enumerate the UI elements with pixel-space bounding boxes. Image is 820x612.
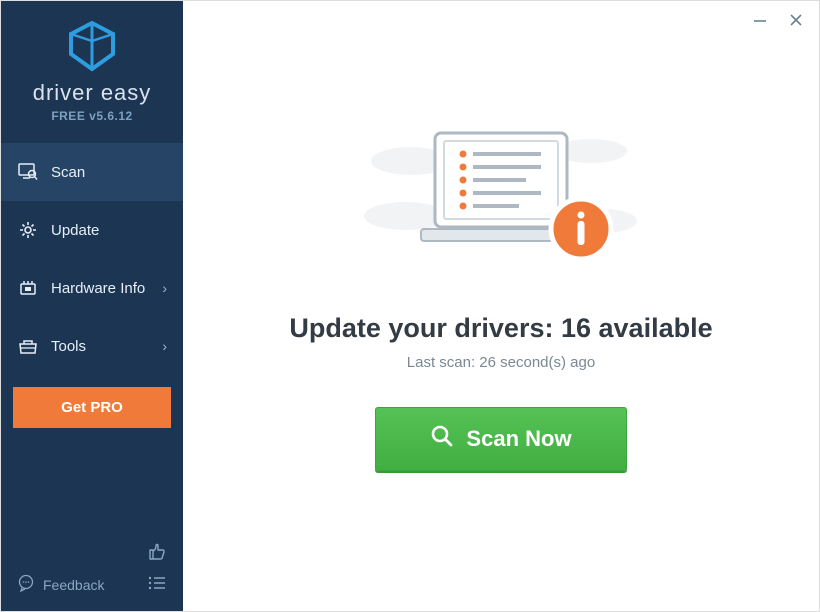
available-count: 16: [561, 313, 591, 343]
feedback-link[interactable]: Feedback: [43, 577, 104, 593]
chat-icon: [17, 574, 35, 595]
scan-now-button[interactable]: Scan Now: [375, 407, 626, 471]
get-pro-button[interactable]: Get PRO: [13, 387, 171, 428]
headline-prefix: Update your drivers:: [289, 313, 561, 343]
sidebar-item-scan[interactable]: Scan: [1, 143, 183, 201]
hardware-icon: [17, 278, 39, 298]
gear-icon: [17, 220, 39, 240]
chevron-right-icon: ›: [162, 338, 167, 354]
minimize-button[interactable]: [749, 9, 771, 35]
brand-block: driver easy FREE v5.6.12: [1, 1, 183, 133]
version-label: FREE v5.6.12: [1, 109, 183, 123]
sidebar-item-update[interactable]: Update: [1, 201, 183, 259]
list-menu-icon[interactable]: [147, 575, 167, 594]
sidebar-item-label: Scan: [51, 164, 85, 181]
sidebar-item-label: Update: [51, 222, 99, 239]
sidebar-item-label: Tools: [51, 338, 86, 355]
window-controls: [749, 9, 807, 35]
headline: Update your drivers: 16 available: [289, 313, 712, 344]
sidebar-item-tools[interactable]: Tools ›: [1, 317, 183, 375]
sidebar: driver easy FREE v5.6.12 Scan Update Har…: [1, 1, 183, 611]
sidebar-item-hardware[interactable]: Hardware Info ›: [1, 259, 183, 317]
thumbs-up-icon[interactable]: [147, 548, 167, 565]
search-icon: [430, 424, 454, 454]
monitor-search-icon: [17, 163, 39, 181]
brand-name: driver easy: [1, 80, 183, 106]
main-panel: Update your drivers: 16 available Last s…: [183, 1, 819, 611]
sidebar-footer: Feedback: [1, 531, 183, 611]
sidebar-item-label: Hardware Info: [51, 280, 145, 297]
close-button[interactable]: [785, 9, 807, 35]
headline-suffix: available: [591, 313, 713, 343]
sidebar-nav: Scan Update Hardware Info › Tools ›: [1, 143, 183, 375]
get-pro-label: Get PRO: [61, 399, 123, 416]
chevron-right-icon: ›: [162, 280, 167, 296]
scan-button-label: Scan Now: [466, 426, 571, 452]
logo-icon: [1, 19, 183, 78]
toolbox-icon: [17, 337, 39, 355]
last-scan-label: Last scan: 26 second(s) ago: [407, 354, 595, 371]
laptop-illustration: [331, 121, 671, 281]
